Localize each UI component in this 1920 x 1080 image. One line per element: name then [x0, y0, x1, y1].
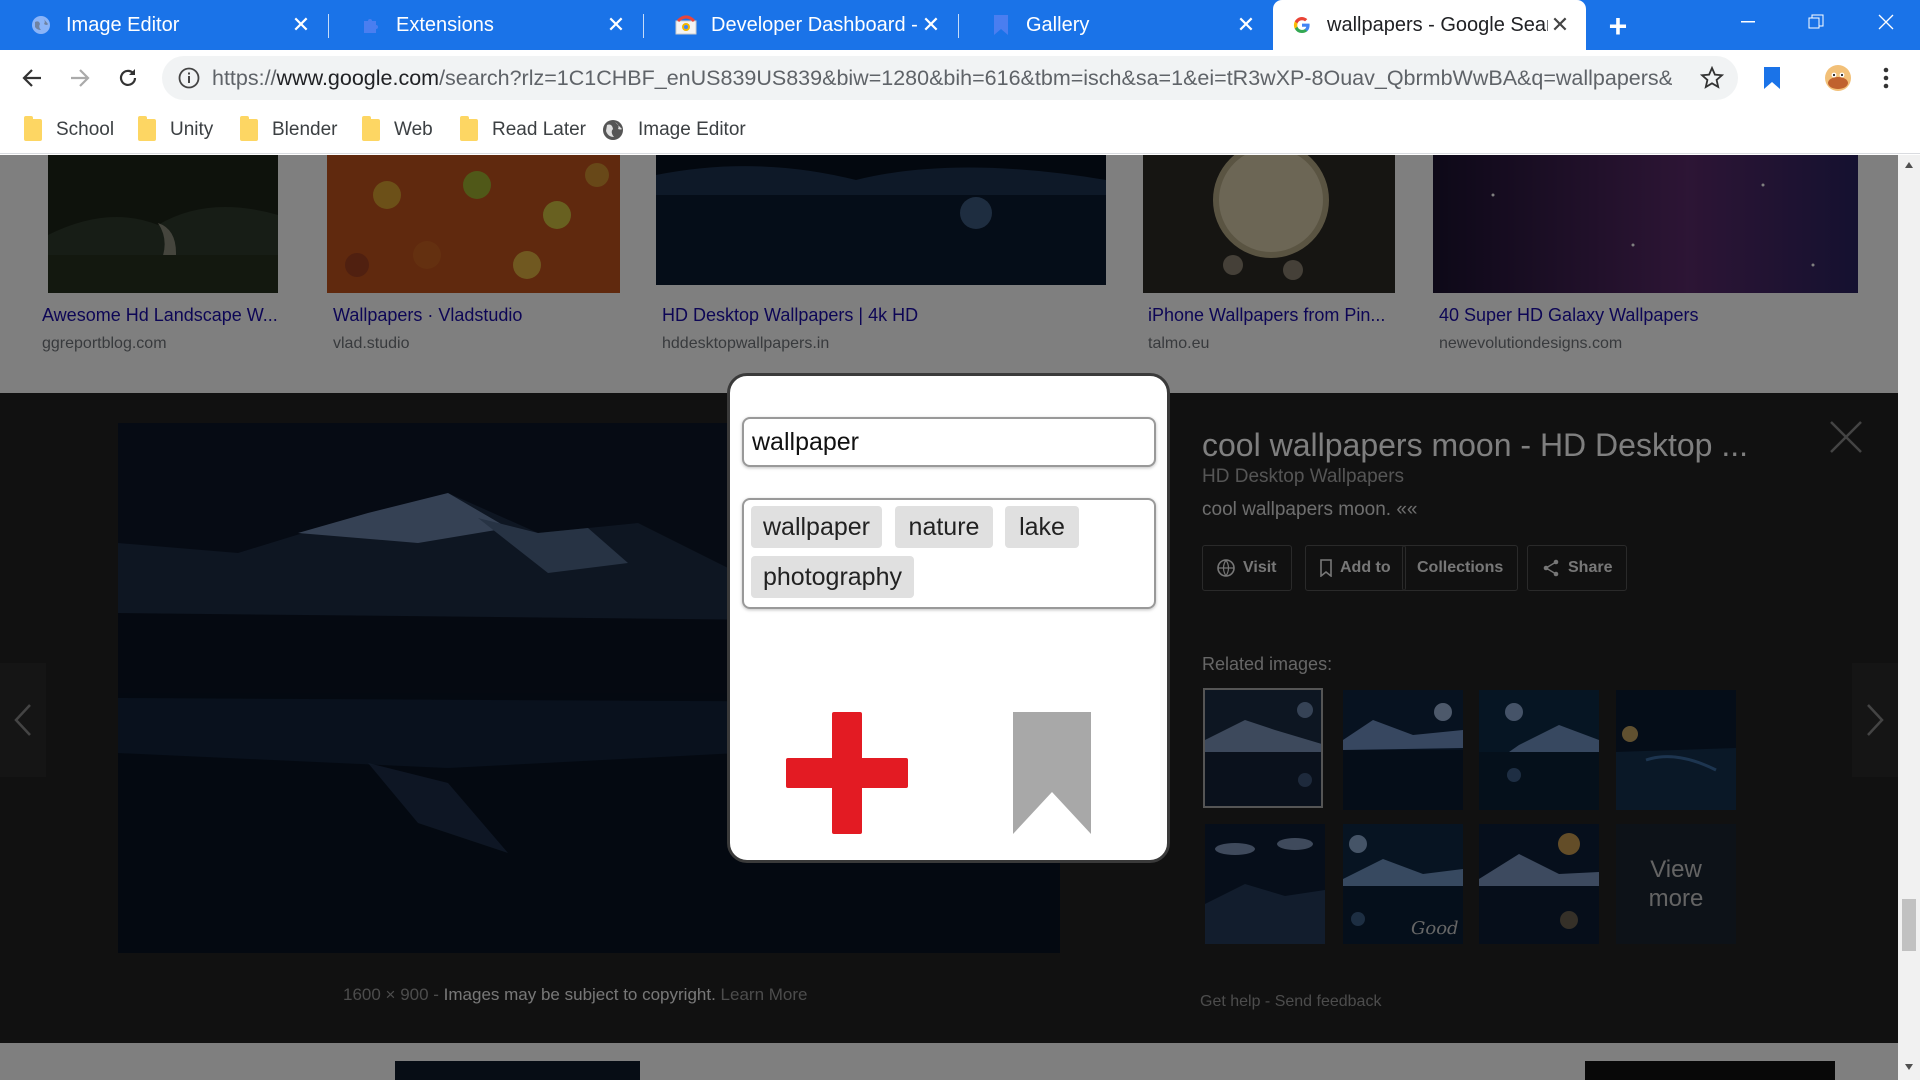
menu-button[interactable]	[1868, 60, 1904, 96]
tab-extensions[interactable]: Extensions ✕	[330, 0, 642, 50]
tag-image-popup: wallpaper nature lake photography	[727, 373, 1170, 863]
bookmark-icon	[990, 14, 1012, 36]
folder-icon	[240, 116, 258, 141]
bookmark-school[interactable]: School	[24, 113, 114, 147]
back-button[interactable]	[14, 60, 50, 96]
restore-icon	[1808, 14, 1824, 29]
reload-icon	[119, 69, 137, 86]
tab-strip: Image Editor ✕ Extensions ✕ Developer Da…	[0, 0, 1920, 50]
more-vert-icon	[1883, 67, 1889, 89]
close-icon[interactable]: ✕	[919, 12, 943, 37]
globe-icon	[602, 119, 624, 141]
bookmark-web[interactable]: Web	[362, 113, 433, 147]
close-icon[interactable]: ✕	[1234, 12, 1258, 37]
close-window-button[interactable]	[1852, 0, 1920, 44]
tag-list: wallpaper nature lake photography	[742, 498, 1156, 609]
bookmark-icon	[1013, 712, 1091, 834]
google-icon	[1291, 14, 1313, 36]
tag-chip[interactable]: lake	[1005, 506, 1079, 548]
forward-button[interactable]	[62, 60, 98, 96]
tag-label: nature	[908, 512, 980, 541]
profile-avatar[interactable]	[1820, 60, 1856, 96]
bookmark-blender[interactable]: Blender	[240, 113, 338, 147]
arrow-right-icon	[71, 69, 90, 87]
bookmark-label: School	[56, 119, 115, 140]
scroll-down-icon[interactable]	[1904, 1063, 1914, 1071]
close-icon[interactable]: ✕	[289, 12, 313, 37]
plus-icon	[786, 712, 908, 834]
star-icon[interactable]	[1699, 65, 1725, 95]
globe-icon	[30, 14, 52, 36]
url-prefix: https://	[212, 65, 277, 90]
page-scrollbar[interactable]	[1898, 155, 1920, 1080]
url-rest: /search?rlz=1C1CHBF_enUS839US839&biw=128…	[439, 65, 1672, 90]
info-icon[interactable]	[178, 67, 200, 94]
tab-title: wallpapers - Google Search	[1327, 13, 1548, 36]
add-button[interactable]	[786, 712, 908, 834]
tab-title: Developer Dashboard - Chr	[711, 13, 919, 36]
folder-icon	[24, 116, 42, 141]
tag-label: lake	[1019, 512, 1065, 541]
arrow-left-icon	[22, 69, 41, 87]
tag-chip[interactable]: photography	[751, 556, 914, 598]
url-host: www.google.com	[276, 65, 440, 90]
tab-separator	[328, 14, 329, 38]
tab-title: Gallery	[1026, 13, 1090, 36]
address-bar[interactable]: https://www.google.com/search?rlz=1C1CHB…	[162, 56, 1738, 100]
browser-toolbar: https://www.google.com/search?rlz=1C1CHB…	[0, 50, 1920, 107]
bookmark-read-later[interactable]: Read Later	[460, 113, 586, 147]
bookmark-label: Web	[394, 119, 433, 140]
tag-label: photography	[762, 562, 902, 591]
tag-label: wallpaper	[762, 512, 870, 541]
folder-icon	[362, 116, 380, 141]
tag-chip[interactable]: nature	[895, 506, 993, 548]
tab-title: Image Editor	[66, 13, 180, 36]
bookmark-label: Unity	[170, 119, 214, 140]
tab-separator	[643, 14, 644, 38]
tab-separator	[958, 14, 959, 38]
restore-button[interactable]	[1782, 0, 1850, 44]
tab-title: Extensions	[396, 13, 494, 36]
tag-input[interactable]	[742, 417, 1156, 467]
scroll-up-icon[interactable]	[1904, 161, 1914, 169]
tab-developer-dashboard[interactable]: Developer Dashboard - Chr ✕	[645, 0, 957, 50]
minimize-button[interactable]	[1714, 0, 1782, 44]
bookmark-label: Blender	[272, 119, 338, 140]
tab-image-editor[interactable]: Image Editor ✕	[0, 0, 327, 50]
bookmark-image-editor[interactable]: Image Editor	[602, 113, 746, 147]
bookmark-icon	[1764, 67, 1780, 89]
tab-wallpapers-google-search[interactable]: wallpapers - Google Search ✕	[1273, 0, 1586, 50]
tag-chip[interactable]: wallpaper	[751, 506, 882, 548]
bookmarks-bar: School Unity Blender Web Read Later Imag…	[0, 107, 1920, 154]
folder-icon	[460, 116, 478, 141]
chrome-webstore-icon	[675, 14, 697, 36]
gallery-extension-button[interactable]	[1754, 60, 1790, 96]
close-icon[interactable]: ✕	[604, 12, 628, 37]
reload-button[interactable]	[110, 60, 146, 96]
bookmark-label: Image Editor	[638, 119, 746, 140]
minimize-icon	[1741, 21, 1755, 23]
new-tab-button[interactable]: +	[1600, 8, 1636, 44]
url-text: https://www.google.com/search?rlz=1C1CHB…	[212, 66, 1672, 91]
bookmark-unity[interactable]: Unity	[138, 113, 213, 147]
scroll-thumb[interactable]	[1902, 899, 1916, 951]
bookmark-button[interactable]	[1013, 712, 1091, 834]
puzzle-icon	[360, 14, 382, 36]
bookmark-label: Read Later	[492, 119, 587, 140]
folder-icon	[138, 116, 156, 141]
avatar	[1825, 65, 1851, 91]
close-icon	[1878, 14, 1894, 30]
tab-gallery[interactable]: Gallery ✕	[960, 0, 1272, 50]
close-icon[interactable]: ✕	[1548, 12, 1572, 37]
